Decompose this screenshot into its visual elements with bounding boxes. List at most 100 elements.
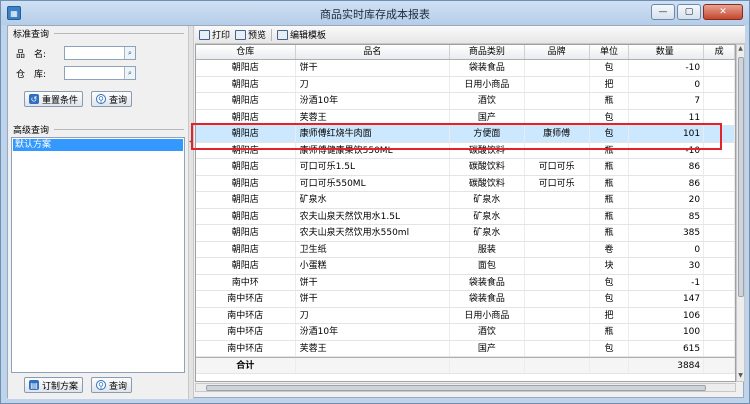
table-row[interactable]: 朝阳店 芙蓉王 国产 包 11 <box>196 109 735 126</box>
horizontal-scroll-thumb[interactable] <box>206 385 706 391</box>
table-row[interactable]: 朝阳店 卫生纸 服装 卷 0 <box>196 241 735 258</box>
table-row[interactable]: 朝阳店刀日用小商品 把 0 <box>196 76 735 93</box>
table-row[interactable]: 朝阳店 农夫山泉天然饮用水1.5L 矿泉水 瓶 85 <box>196 208 735 225</box>
cell-unit: 包 <box>590 109 630 125</box>
cell-brand <box>525 225 590 241</box>
cell-brand: 可口可乐 <box>525 175 590 191</box>
table-row[interactable]: 南中环 饼干 袋装食品 包 -1 <box>196 274 735 291</box>
cell-store: 朝阳店 <box>196 225 296 241</box>
cell-category: 酒饮 <box>450 324 525 340</box>
collapse-arrow-icon[interactable]: ◂ <box>189 138 193 145</box>
cell-brand <box>525 307 590 323</box>
query-button[interactable]: ⚲ 查询 <box>91 91 133 107</box>
product-input[interactable]: ⌕ <box>64 46 136 60</box>
cell-cost <box>704 258 735 274</box>
table-row[interactable]: 朝阳店 饼干 袋装食品 包 -10 <box>196 60 735 77</box>
panel-splitter[interactable]: ◂ <box>188 26 194 399</box>
table-row[interactable]: 朝阳店 可口可乐1.5L 碳酸饮料 可口可乐瓶 86 <box>196 159 735 176</box>
column-header-name[interactable]: 品名 <box>296 45 451 59</box>
cell-unit: 瓶 <box>590 208 630 224</box>
table-row[interactable]: 南中环店 饼干 袋装食品 包 147 <box>196 291 735 308</box>
preview-button[interactable]: 预览 <box>235 28 266 41</box>
close-button[interactable]: ✕ <box>703 4 743 20</box>
advanced-query-label: 高级查询 <box>13 126 50 136</box>
cell-cost <box>704 142 735 158</box>
cell-unit: 包 <box>590 126 630 142</box>
column-header-unit[interactable]: 单位 <box>590 45 630 59</box>
table-row[interactable]: 朝阳店 农夫山泉天然饮用水550ml 矿泉水 瓶 385 <box>196 225 735 242</box>
scroll-down-icon[interactable]: ▼ <box>737 372 744 381</box>
column-header-brand[interactable]: 品牌 <box>525 45 590 59</box>
vertical-scroll-thumb[interactable] <box>738 57 744 297</box>
cell-quantity: 100 <box>629 324 705 340</box>
table-row[interactable]: 南中环店刀日用小商品 把 106 <box>196 307 735 324</box>
cell-quantity: 86 <box>629 175 705 191</box>
cell-brand <box>525 274 590 290</box>
cell-store: 朝阳店 <box>196 175 296 191</box>
print-button[interactable]: 打印 <box>199 28 230 41</box>
column-header-category[interactable]: 商品类别 <box>450 45 525 59</box>
cell-store: 南中环店 <box>196 340 296 356</box>
cell-brand <box>525 291 590 307</box>
table-row[interactable]: 朝阳店 小蛋糕 面包 块 30 <box>196 258 735 275</box>
column-header-store[interactable]: 仓库 <box>196 45 296 59</box>
warehouse-label: 仓 库: <box>16 69 47 80</box>
table-row[interactable]: 朝阳店 汾酒10年 酒饮 瓶 7 <box>196 93 735 110</box>
query-button-bottom[interactable]: ⚲ 查询 <box>91 377 133 393</box>
custom-scheme-button[interactable]: ▤ 订制方案 <box>24 377 84 393</box>
edit-template-label: 编辑模板 <box>290 31 327 41</box>
column-header-cost[interactable]: 成 <box>704 45 735 59</box>
cell-quantity: 615 <box>629 340 705 356</box>
cell-name: 可口可乐550ML <box>296 175 451 191</box>
reset-conditions-button[interactable]: ↺ 重置条件 <box>24 91 84 107</box>
product-label: 品 名: <box>16 49 47 60</box>
cell-store: 朝阳店 <box>196 126 296 142</box>
cell-cost <box>704 60 735 76</box>
product-field-row: 品 名: ⌕ <box>16 46 136 60</box>
table-row[interactable]: 南中环店 汾酒10年 酒饮 瓶 100 <box>196 324 735 341</box>
warehouse-input[interactable]: ⌕ <box>64 66 136 80</box>
table-row[interactable]: 南中环店 芙蓉王 国产 包 615 <box>196 340 735 357</box>
grid-body: 朝阳店 饼干 袋装食品包 -10 朝阳店刀日用小商品把 0 朝阳店 汾酒10年 酒饮瓶 7 朝阳店芙… <box>196 60 735 357</box>
window-title: 商品实时库存成本报表 <box>320 8 430 21</box>
table-row[interactable]: 朝阳店 可口可乐550ML 碳酸饮料 可口可乐瓶 86 <box>196 175 735 192</box>
vertical-scrollbar[interactable]: ▲ ▼ <box>736 44 745 382</box>
cell-name: 农夫山泉天然饮用水550ml <box>296 225 451 241</box>
cell-brand <box>525 258 590 274</box>
template-icon <box>277 29 289 40</box>
column-header-quantity[interactable]: 数量 <box>629 45 705 59</box>
cell-unit: 瓶 <box>590 192 630 208</box>
edit-template-button[interactable]: 编辑模板 <box>277 28 326 41</box>
cell-cost <box>704 208 735 224</box>
table-row[interactable]: 朝阳店 康师傅健康果饮550ML 碳酸饮料 瓶 -10 <box>196 142 735 159</box>
scheme-item-default[interactable]: 默认方案 <box>13 139 183 151</box>
cell-name: 可口可乐1.5L <box>296 159 451 175</box>
scheme-list[interactable]: 默认方案 <box>11 137 185 373</box>
cell-quantity: 85 <box>629 208 705 224</box>
cell-quantity: 101 <box>629 126 705 142</box>
minimize-button[interactable]: — <box>651 4 675 20</box>
cell-name: 汾酒10年 <box>296 324 451 340</box>
cell-name: 刀 <box>296 76 451 92</box>
horizontal-scrollbar[interactable] <box>195 383 736 392</box>
cell-category: 酒饮 <box>450 93 525 109</box>
product-picker-button[interactable]: ⌕ <box>124 47 135 59</box>
cell-brand <box>525 324 590 340</box>
cell-brand <box>525 109 590 125</box>
title-bar[interactable]: ▦ 商品实时库存成本报表 — ▢ ✕ <box>1 1 749 25</box>
cell-cost <box>704 324 735 340</box>
inventory-grid[interactable]: 仓库 品名 商品类别 品牌 单位 数量 成 朝阳店 饼干 袋装食品包 -10 朝阳店刀日… <box>195 44 736 382</box>
warehouse-picker-button[interactable]: ⌕ <box>124 67 135 79</box>
maximize-button[interactable]: ▢ <box>677 4 701 20</box>
cell-unit: 瓶 <box>590 159 630 175</box>
cell-store: 朝阳店 <box>196 208 296 224</box>
report-panel: 打印 预览 编辑模板 仓库 品名 商品类别 品牌 单位 数量 成 朝阳店 饼干 … <box>195 26 745 399</box>
table-row[interactable]: 朝阳店 矿泉水 矿泉水瓶 20 <box>196 192 735 209</box>
cell-category: 碳酸饮料 <box>450 142 525 158</box>
cell-quantity: 30 <box>629 258 705 274</box>
cell-quantity: 106 <box>629 307 705 323</box>
scroll-up-icon[interactable]: ▲ <box>737 45 744 54</box>
cell-category: 面包 <box>450 258 525 274</box>
table-row[interactable]: 朝阳店 康师傅红烧牛肉面 方便面 康师傅包 101 <box>196 126 735 143</box>
cell-unit: 包 <box>590 274 630 290</box>
